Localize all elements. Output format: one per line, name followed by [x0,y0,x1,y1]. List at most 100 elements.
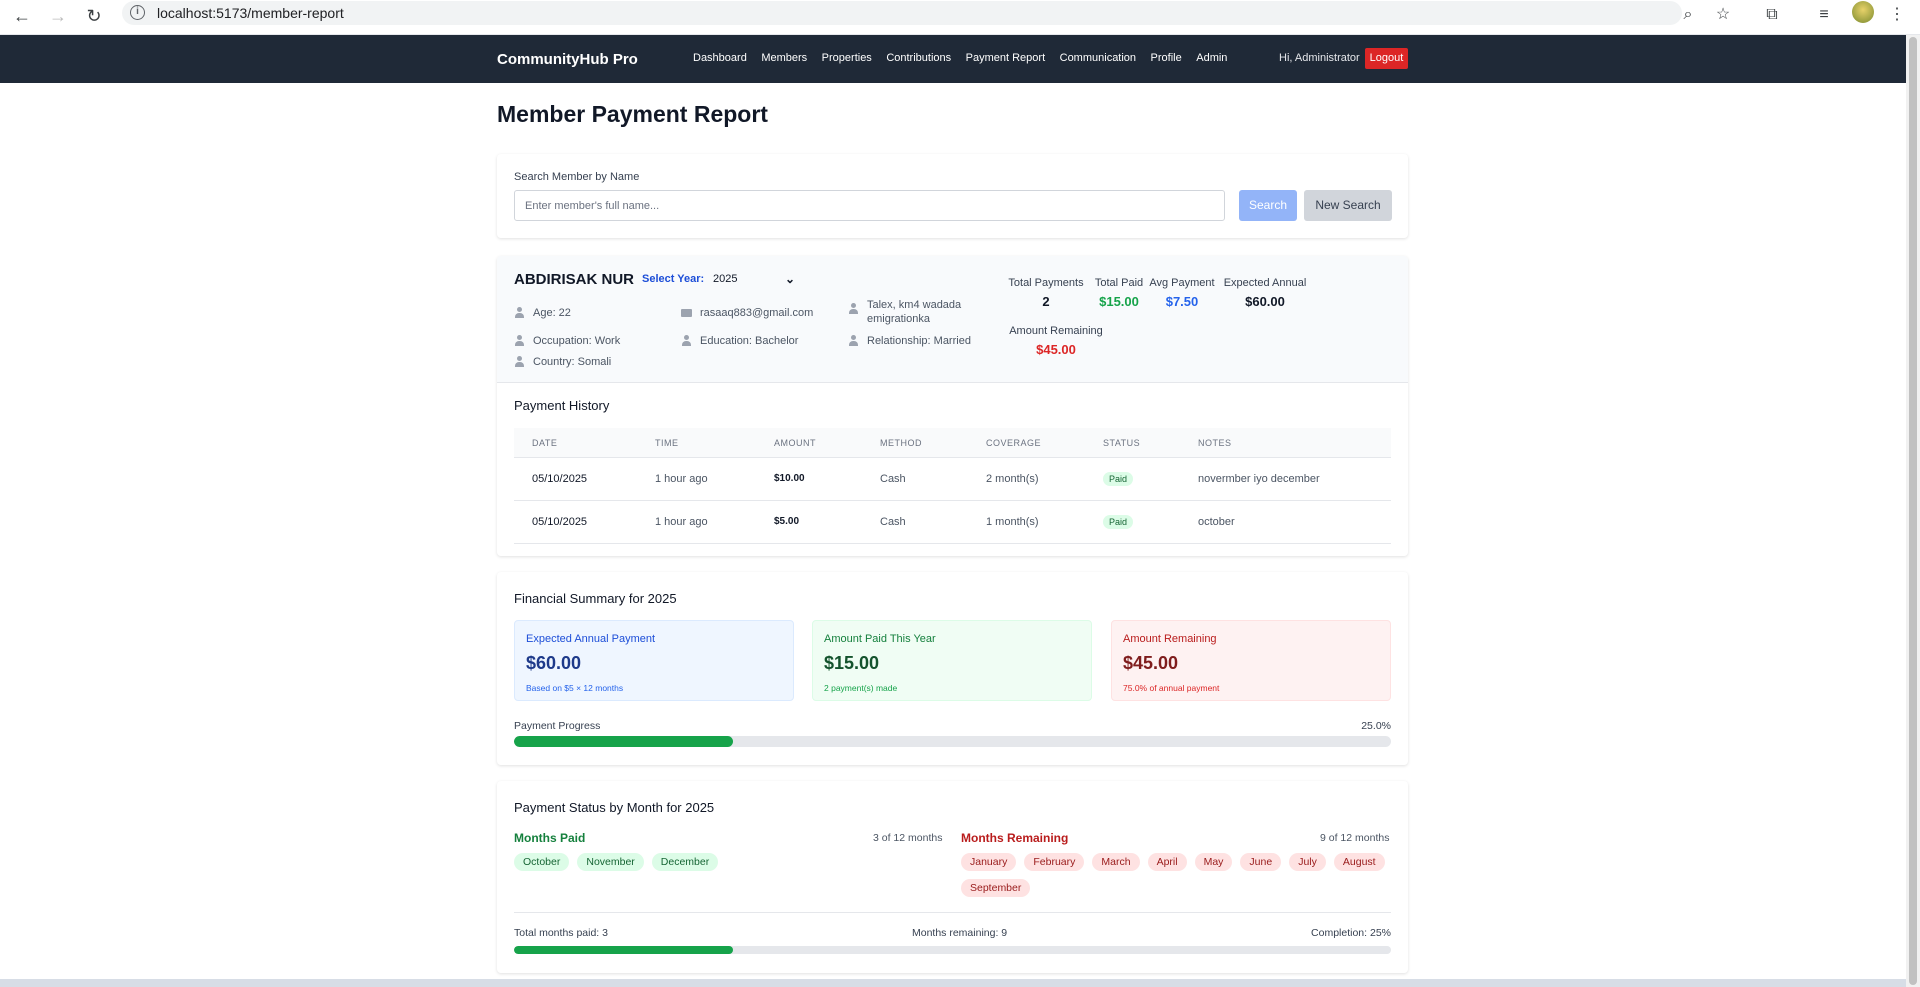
month-remaining-pill-august: August [1333,853,1385,871]
scrollbar-thumb[interactable] [1909,37,1917,985]
col-notes[interactable]: NOTES [1198,438,1232,448]
nav-link-admin[interactable]: Admin [1196,52,1227,64]
paid-value: $15.00 [824,653,880,673]
member-name: ABDIRISAK NUR [514,271,634,288]
member-age: Age: 22 [514,306,571,320]
profile-avatar[interactable] [1852,1,1874,23]
table-row[interactable]: 05/10/2025 1 hour ago $10.00 Cash 2 mont… [514,458,1391,501]
col-time[interactable]: TIME [655,438,679,448]
address-bar[interactable]: i localhost:5173/member-report [122,1,1682,25]
expected-value: $60.00 [526,653,582,673]
completion-text: Completion: 25% [1311,927,1391,939]
menu-kebab-icon[interactable]: ⋮ [1885,3,1909,27]
nav-link-contributions[interactable]: Contributions [886,52,951,64]
new-search-button[interactable]: New Search [1304,190,1392,221]
cell-method: Cash [880,516,906,528]
media-control-icon[interactable]: ≡ [1812,3,1836,27]
month-remaining-pill-june: June [1240,853,1282,871]
month-remaining-pill-april: April [1147,853,1187,871]
months-remaining-title: Months Remaining [961,831,1069,845]
stat-label: Avg Payment [1149,277,1215,289]
extensions-icon[interactable]: ⧉ [1760,3,1784,27]
cell-coverage: 2 month(s) [986,473,1039,485]
month-remaining-pill-may: May [1194,853,1233,871]
site-info-icon[interactable]: i [130,5,145,20]
months-remaining-count: 9 of 12 months [1320,832,1390,844]
payment-progress-percent: 25.0% [1361,720,1391,732]
member-address-text: Talex, km4 wadada emigrationka [867,299,962,325]
payment-history-table: DATE TIME AMOUNT METHOD COVERAGE STATUS … [514,428,1391,544]
stat-expected-annual: Expected Annual $60.00 [1222,277,1308,309]
months-remaining-text: Months remaining: 9 [912,927,1008,939]
member-search-input[interactable] [514,190,1225,221]
month-remaining-pill-february: February [1024,853,1085,871]
nav-link-payment-report[interactable]: Payment Report [966,52,1045,64]
year-select[interactable]: 2025 ⌄ [709,269,799,289]
stat-label: Total Paid [1094,277,1144,289]
monthly-status-card: Payment Status by Month for 2025 Months … [497,781,1408,973]
location-icon [848,303,859,314]
globe-icon [514,356,525,367]
month-remaining-pill-march: March [1092,853,1140,871]
nav-link-members[interactable]: Members [761,52,807,64]
page-scrollbar[interactable] [1906,35,1920,987]
nav-link-profile[interactable]: Profile [1151,52,1182,64]
amount-remaining-box: Amount Remaining $45.00 75.0% of annual … [1111,620,1391,701]
logout-button[interactable]: Logout [1365,48,1408,69]
remaining-label: Amount Remaining [1123,633,1217,645]
payment-progress-fill [514,736,734,747]
total-months-paid: Total months paid: 3 [514,927,608,939]
stat-total-paid: Total Paid $15.00 [1091,277,1147,309]
paid-label: Amount Paid This Year [824,633,936,645]
forward-arrow-icon[interactable]: → [44,4,72,28]
col-status[interactable]: STATUS [1103,438,1140,448]
stat-total-payments: Total Payments 2 [1008,277,1084,309]
back-arrow-icon[interactable]: ← [8,4,36,28]
completion-progress-bar [514,946,1391,954]
expected-sub: Based on $5 × 12 months [526,683,624,693]
remaining-value: $45.00 [1123,653,1179,673]
member-education: Education: Bachelor [681,334,798,348]
cell-date: 05/10/2025 [532,473,588,485]
top-navbar: CommunityHub Pro Dashboard Members Prope… [0,35,1906,83]
stat-value: $60.00 [1245,294,1285,309]
payment-history-title: Payment History [514,398,610,413]
reload-icon[interactable]: ↻ [80,4,108,28]
stat-label: Expected Annual [1223,277,1307,289]
user-greeting: Hi, Administrator [1279,52,1360,64]
cell-method: Cash [880,473,906,485]
member-relationship-text: Relationship: Married [867,335,971,347]
star-icon[interactable]: ☆ [1711,3,1735,27]
month-remaining-pill-september: September [961,879,1031,897]
col-amount[interactable]: AMOUNT [774,438,816,448]
stat-value: $15.00 [1099,294,1139,309]
member-occupation: Occupation: Work [514,334,620,348]
months-paid-count: 3 of 12 months [873,832,943,844]
nav-link-dashboard[interactable]: Dashboard [693,52,747,64]
financial-summary-title: Financial Summary for 2025 [514,591,677,606]
briefcase-icon [514,335,525,346]
taskbar [0,979,1906,987]
cell-time: 1 hour ago [655,473,708,485]
zoom-icon[interactable]: ⌕ [1676,3,1700,27]
member-occupation-text: Occupation: Work [533,335,621,347]
payment-progress-bar [514,736,1391,747]
col-coverage[interactable]: COVERAGE [986,438,1041,448]
nav-link-communication[interactable]: Communication [1060,52,1136,64]
stat-value: $7.50 [1165,294,1199,309]
member-country: Country: Somali [514,355,611,369]
brand-logo[interactable]: CommunityHub Pro [497,51,638,68]
member-country-text: Country: Somali [533,356,612,368]
member-address: Talex, km4 wadada emigrationka [848,298,968,326]
col-method[interactable]: METHOD [880,438,922,448]
stat-label: Amount Remaining [1009,325,1103,337]
months-paid-title: Months Paid [514,831,586,845]
search-button[interactable]: Search [1239,190,1297,221]
member-education-text: Education: Bachelor [700,335,799,347]
status-badge: Paid [1103,515,1134,529]
table-row[interactable]: 05/10/2025 1 hour ago $5.00 Cash 1 month… [514,501,1391,544]
month-paid-pill-november: November [577,853,644,871]
nav-link-properties[interactable]: Properties [822,52,872,64]
col-date[interactable]: DATE [532,438,557,448]
payment-progress-label: Payment Progress [514,720,601,732]
